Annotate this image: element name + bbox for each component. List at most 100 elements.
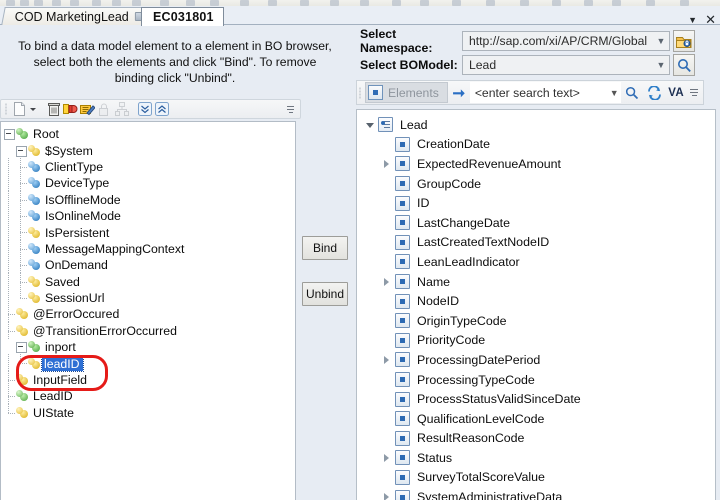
bo-item-nodeid[interactable]: NodeID: [361, 291, 715, 311]
bo-element-icon: [395, 254, 410, 270]
bind-button[interactable]: Bind: [302, 236, 348, 260]
bo-item-processstatusvalidsincedate[interactable]: ProcessStatusValidSinceDate: [361, 389, 715, 409]
tree-node-icon: [28, 357, 42, 371]
tree-expander-expand-icon[interactable]: [378, 159, 395, 168]
bo-item-processingtypecode[interactable]: ProcessingTypeCode: [361, 370, 715, 390]
refresh-icon[interactable]: [643, 85, 665, 100]
bo-item-leanleadindicator[interactable]: LeanLeadIndicator: [361, 252, 715, 272]
tree-item-isofflinemode[interactable]: IsOfflineMode: [3, 190, 295, 209]
bo-item-lastchangedate[interactable]: LastChangeDate: [361, 213, 715, 233]
tree-item-inport[interactable]: inport: [3, 339, 295, 355]
tree-node-icon: [28, 209, 42, 223]
bo-item-name[interactable]: Name: [361, 272, 715, 292]
toolbar-overflow-icon[interactable]: [286, 104, 295, 115]
hierarchy-icon: [113, 101, 130, 118]
elements-tab[interactable]: Elements: [365, 82, 448, 103]
unbind-button[interactable]: Unbind: [302, 282, 348, 306]
tree-expander-expand-icon[interactable]: [378, 493, 395, 500]
bo-item-label: OriginTypeCode: [417, 313, 507, 328]
tree-item-label: Saved: [45, 274, 80, 289]
tree-item-leadid[interactable]: LeadID: [3, 387, 295, 406]
va-button[interactable]: VA: [665, 87, 687, 99]
namespace-browse-icon[interactable]: [673, 30, 695, 52]
bomodel-search-icon[interactable]: [673, 54, 695, 76]
bo-element-icon: [395, 215, 410, 231]
tree-expander-collapse-icon[interactable]: [15, 341, 27, 354]
tree-item-system[interactable]: $System: [3, 142, 295, 158]
toolbar-overflow-icon[interactable]: [687, 88, 701, 97]
bo-item-label: Name: [417, 274, 451, 289]
tree-item-devicetype[interactable]: DeviceType: [3, 174, 295, 193]
arrow-right-icon[interactable]: ➞: [448, 84, 470, 102]
chevron-down-icon[interactable]: ▼: [688, 15, 697, 25]
bo-item-expectedrevenueamount[interactable]: ExpectedRevenueAmount: [361, 154, 715, 174]
bo-element-icon: [395, 430, 410, 446]
bomodel-label: Select BOModel:: [360, 58, 458, 72]
elements-icon: [368, 85, 383, 100]
collapse-all-icon[interactable]: [153, 101, 170, 118]
toolbar-grip[interactable]: [3, 102, 9, 116]
bo-item-surveytotalscorevalue[interactable]: SurveyTotalScoreValue: [361, 468, 715, 488]
tree-item-isonlinemode[interactable]: IsOnlineMode: [3, 206, 295, 226]
tree-expander-collapse-icon[interactable]: [3, 128, 15, 141]
data-model-tree[interactable]: Root $System ClientType DeviceType IsOffline…: [0, 121, 296, 500]
bo-item-qualificationlevelcode[interactable]: QualificationLevelCode: [361, 409, 715, 429]
bo-item-id[interactable]: ID: [361, 193, 715, 213]
search-placeholder: <enter search text>: [474, 85, 580, 100]
tree-item-label: leadID: [41, 355, 84, 372]
element-search-input[interactable]: <enter search text> ▼: [469, 82, 622, 103]
delete-icon[interactable]: [45, 101, 62, 118]
bo-item-systemadministrativedata[interactable]: SystemAdministrativeData: [361, 487, 715, 500]
bo-item-resultreasoncode[interactable]: ResultReasonCode: [361, 429, 715, 449]
bo-elements-tree[interactable]: Lead CreationDate ExpectedRevenueAmount Gro…: [356, 109, 716, 500]
new-document-icon[interactable]: [11, 101, 28, 118]
bo-item-creationdate[interactable]: CreationDate: [361, 135, 715, 155]
tree-item-saved[interactable]: Saved: [3, 272, 295, 291]
new-document-dropdown-icon[interactable]: [28, 101, 37, 118]
tree-expander-expand-icon[interactable]: [378, 453, 395, 462]
tree-item-inputfield[interactable]: InputField: [3, 370, 295, 390]
tree-item-sessionurl[interactable]: SessionUrl: [3, 288, 295, 308]
chevron-down-icon[interactable]: ▼: [607, 88, 621, 98]
tab-label: EC031801: [153, 10, 214, 24]
tree-item-ondemand[interactable]: OnDemand: [3, 256, 295, 275]
bomodel-select[interactable]: Lead ▼: [462, 55, 670, 75]
tree-item-erroroccured[interactable]: @ErrorOccured: [3, 305, 295, 324]
tree-item-ispersistent[interactable]: IsPersistent: [3, 223, 295, 242]
tab-cod-marketinglead[interactable]: COD MarketingLead: [1, 7, 154, 25]
search-icon[interactable]: [621, 86, 643, 100]
tree-expander-collapse-icon[interactable]: [361, 122, 378, 128]
bo-item-prioritycode[interactable]: PriorityCode: [361, 331, 715, 351]
namespace-select[interactable]: http://sap.com/xi/AP/CRM/Global ▼: [462, 31, 670, 51]
tree-expander-expand-icon[interactable]: [378, 355, 395, 364]
toolbar-grip[interactable]: [357, 86, 363, 100]
namespace-label: Select Namespace:: [360, 27, 433, 55]
bo-item-lead[interactable]: Lead: [361, 115, 715, 135]
tree-item-clienttype[interactable]: ClientType: [3, 157, 295, 177]
bo-item-lastcreatedtextnodeid[interactable]: LastCreatedTextNodeID: [361, 233, 715, 253]
expand-all-icon[interactable]: [136, 101, 153, 118]
tab-ec031801[interactable]: EC031801: [141, 7, 224, 26]
tree-item-uistate[interactable]: UIState: [3, 403, 295, 421]
tree-expander-collapse-icon[interactable]: [15, 145, 27, 157]
tree-item-messagemappingcontext[interactable]: MessageMappingContext: [3, 239, 295, 259]
bo-item-groupcode[interactable]: GroupCode: [361, 174, 715, 194]
chevron-down-icon[interactable]: ▼: [653, 60, 669, 70]
tree-node-icon: [28, 242, 42, 256]
tree-guide: [3, 403, 15, 421]
tree-expander-expand-icon[interactable]: [378, 277, 395, 286]
edit-binding-icon[interactable]: [79, 101, 96, 118]
chevron-down-icon[interactable]: ▼: [653, 36, 669, 46]
bo-item-label: ProcessingTypeCode: [417, 372, 535, 387]
tree-item-root[interactable]: Root: [3, 126, 295, 142]
add-binding-icon[interactable]: [62, 101, 79, 118]
tree-node-icon: [16, 406, 30, 420]
tree-item-transitionerroroccurred[interactable]: @TransitionErrorOccurred: [3, 321, 295, 341]
lock-icon: [96, 101, 113, 118]
bo-item-status[interactable]: Status: [361, 448, 715, 468]
bo-item-origintypecode[interactable]: OriginTypeCode: [361, 311, 715, 331]
bo-item-processingdateperiod[interactable]: ProcessingDatePeriod: [361, 350, 715, 370]
tree-item-leadid[interactable]: leadID: [3, 354, 295, 373]
tree-guide: [15, 223, 27, 242]
